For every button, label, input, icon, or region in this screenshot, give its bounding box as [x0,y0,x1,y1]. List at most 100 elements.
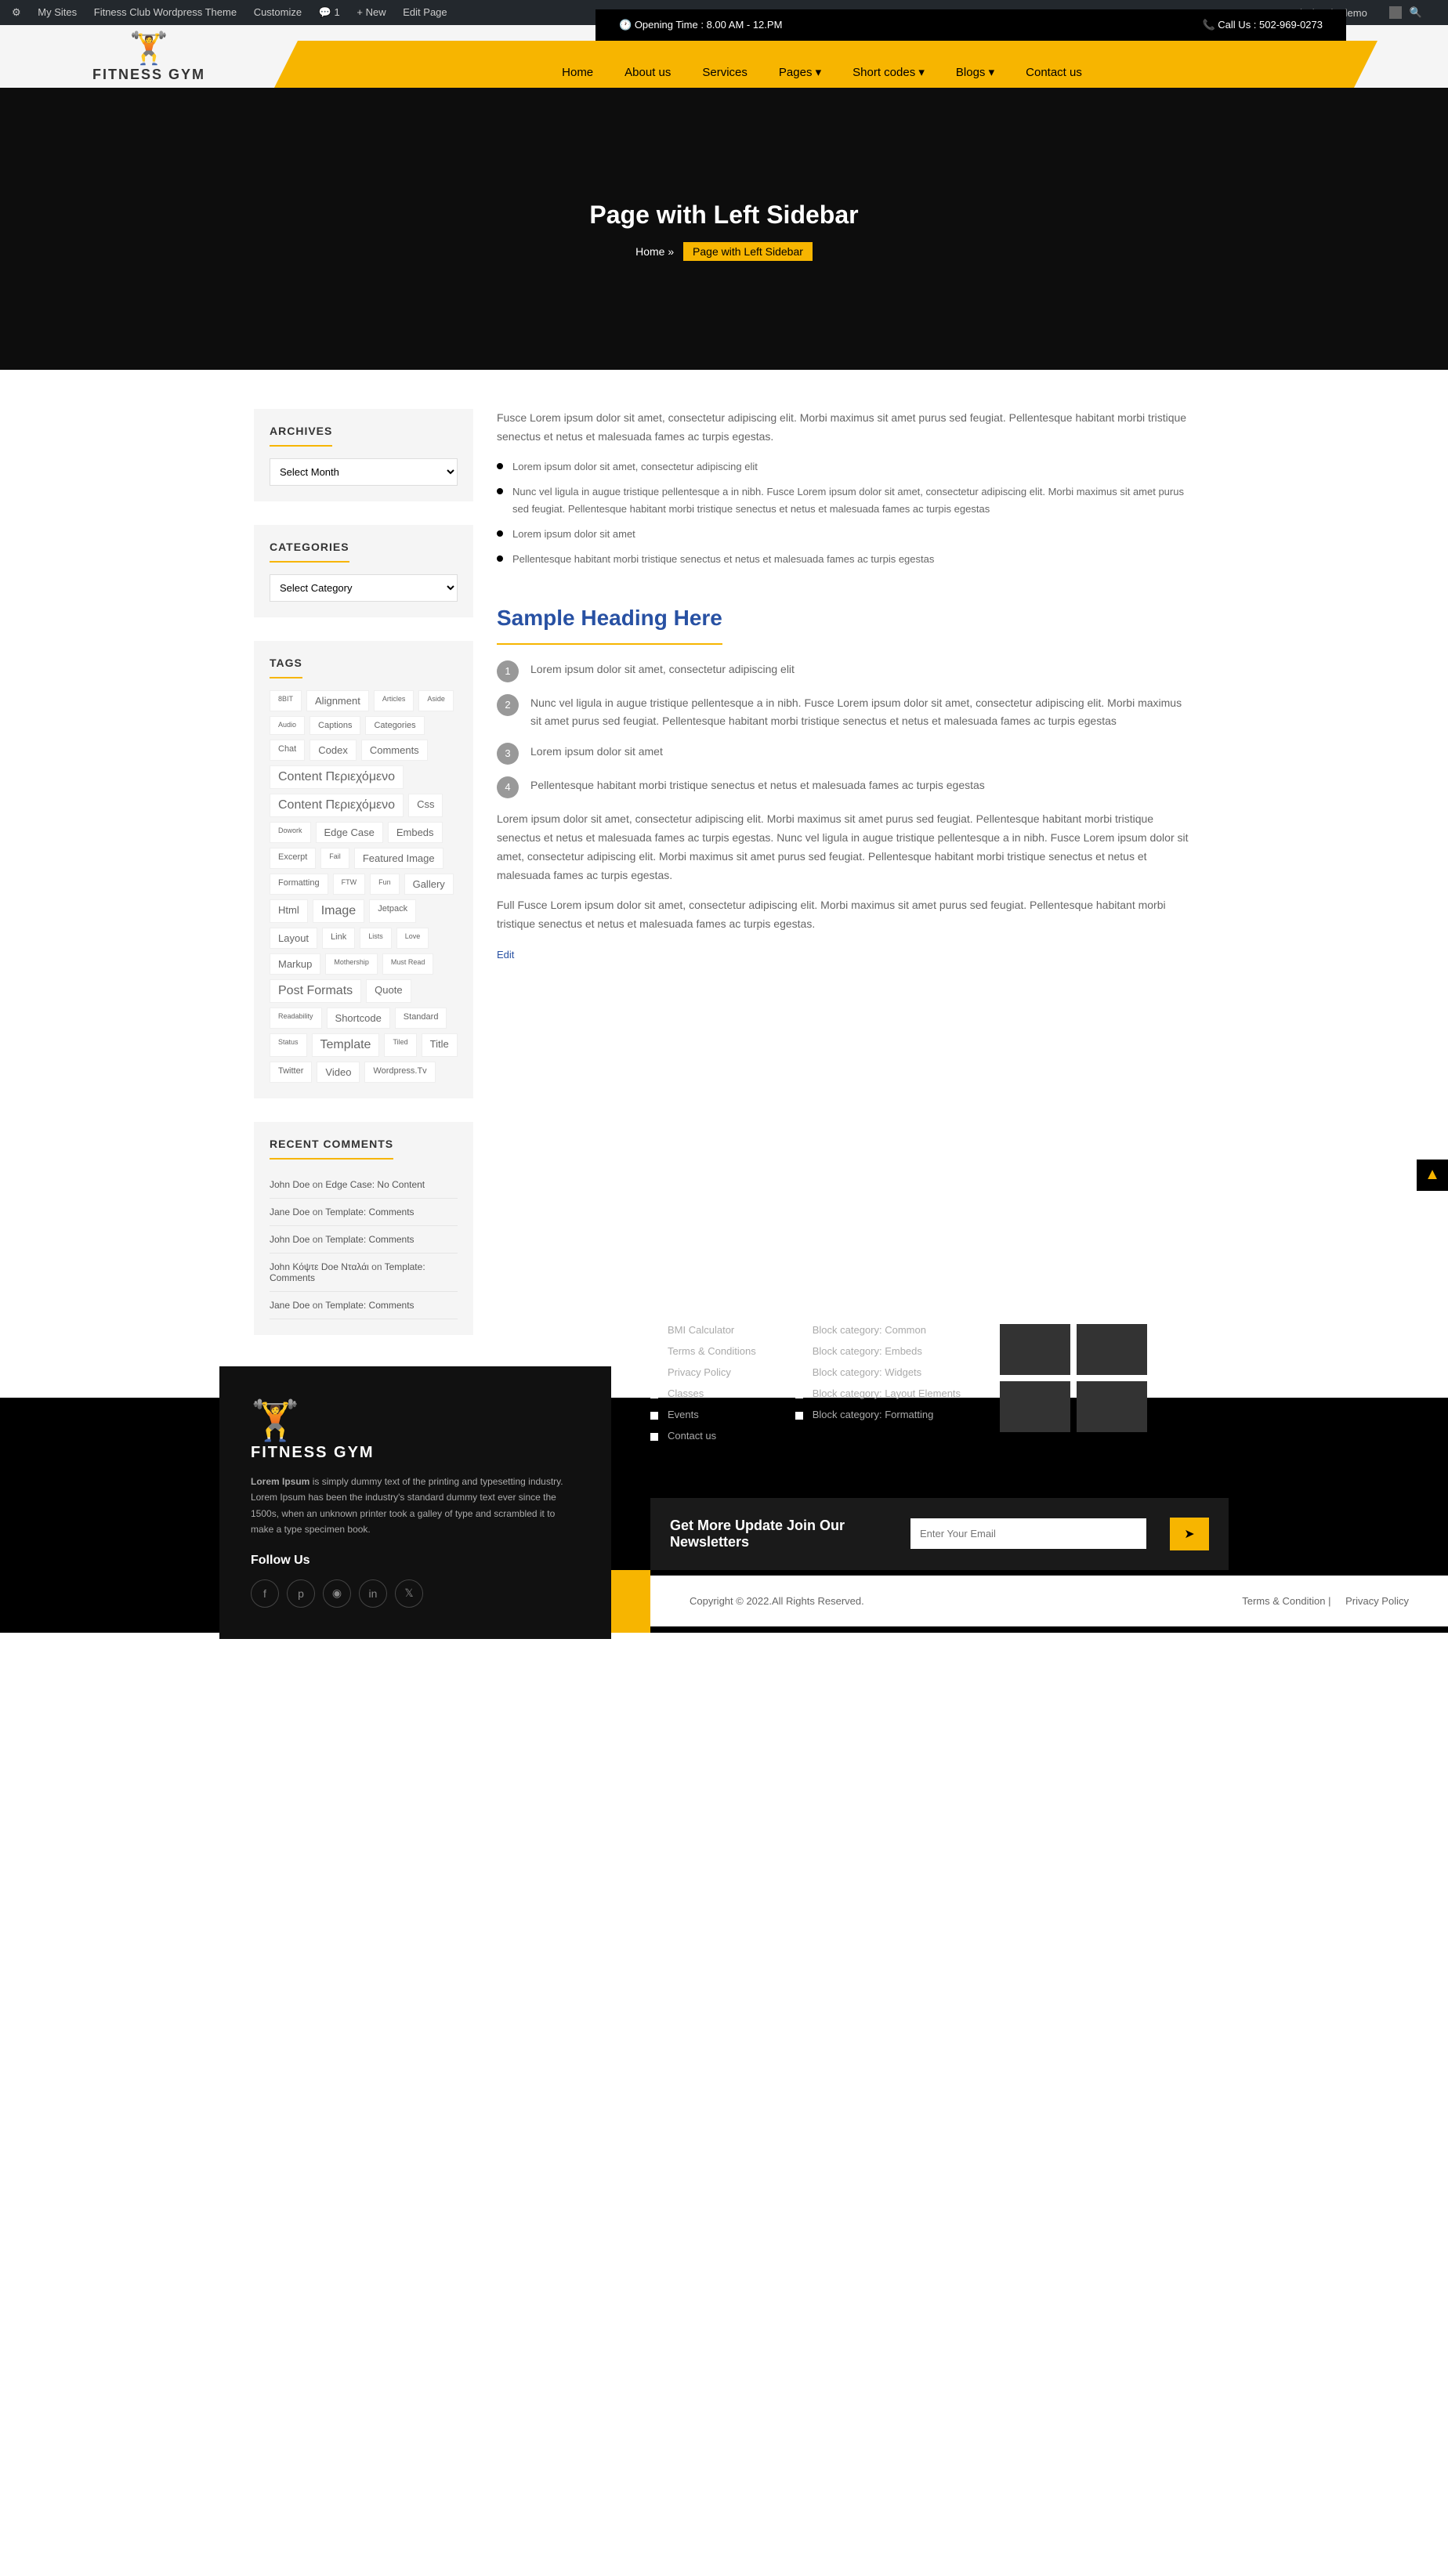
tag-link[interactable]: Comments [361,740,428,761]
nav-blogs[interactable]: Blogs ▾ [956,65,994,79]
tag-link[interactable]: Audio [270,716,305,735]
email-input[interactable] [910,1518,1146,1549]
edit-link[interactable]: Edit [497,949,514,961]
breadcrumb-home[interactable]: Home [635,245,664,258]
site-name[interactable]: Fitness Club Wordpress Theme [94,6,237,18]
customize-link[interactable]: Customize [254,6,302,18]
gallery-thumb[interactable] [1077,1381,1147,1432]
numbered-list: 1Lorem ipsum dolor sit amet, consectetur… [497,660,1194,799]
tag-link[interactable]: Video [317,1062,360,1083]
comment-post[interactable]: Template: Comments [325,1234,414,1245]
tag-link[interactable]: Link [322,928,355,949]
top-strip: 🕐 Opening Time : 8.00 AM - 12.PM 📞 Call … [595,9,1346,41]
submit-button[interactable]: ➤ [1170,1518,1209,1550]
logo[interactable]: 🏋 FITNESS GYM [0,22,298,91]
tag-link[interactable]: Mothership [325,953,378,975]
tag-link[interactable]: Markup [270,953,320,975]
categories-select[interactable]: Select Category [270,574,458,602]
tag-link[interactable]: FTW [333,874,366,895]
nav-about[interactable]: About us [624,66,671,79]
tag-link[interactable]: Must Read [382,953,434,975]
pinterest-icon[interactable]: p [287,1579,315,1608]
tag-link[interactable]: Standard [395,1008,447,1029]
nav-shortcodes[interactable]: Short codes ▾ [853,65,925,79]
my-sites[interactable]: My Sites [38,6,77,18]
nav-pages[interactable]: Pages ▾ [779,65,821,79]
quick-link-item[interactable]: Terms & Conditions [650,1345,756,1357]
gallery-thumb[interactable] [1000,1381,1070,1432]
tag-link[interactable]: Featured Image [354,848,443,869]
list-item: 2Nunc vel ligula in augue tristique pell… [497,694,1194,732]
tag-link[interactable]: Alignment [306,690,369,711]
archives-select[interactable]: Select Month [270,458,458,486]
quick-link-item[interactable]: Events [650,1409,756,1420]
nav-services[interactable]: Services [702,66,748,79]
tag-link[interactable]: Wordpress.Tv [364,1062,435,1083]
comment-post[interactable]: Template: Comments [325,1207,414,1217]
quick-link-item[interactable]: Contact us [650,1430,756,1442]
tag-link[interactable]: 8BIT [270,690,302,711]
wp-logo[interactable]: ⚙ [12,6,21,18]
tag-link[interactable]: Gallery [404,874,454,895]
recent-post-item[interactable]: Block category: Layout Elements [795,1387,961,1399]
tag-link[interactable]: Quote [366,979,411,1003]
recent-post-item[interactable]: Block category: Embeds [795,1345,961,1357]
tag-link[interactable]: Aside [418,690,454,711]
footer-logo-icon: 🏋 [251,1398,580,1444]
tag-link[interactable]: Title [422,1033,458,1057]
comment-post[interactable]: Edge Case: No Content [325,1179,425,1190]
tag-link[interactable]: Excerpt [270,848,316,869]
gallery-thumb[interactable] [1000,1324,1070,1375]
tag-link[interactable]: Content Περιεχόμενο [270,765,404,789]
comment-author[interactable]: Jane Doe [270,1207,310,1217]
terms-link[interactable]: Terms & Condition [1242,1595,1325,1607]
tag-link[interactable]: Fail [320,848,349,869]
quick-link-item[interactable]: BMI Calculator [650,1324,756,1336]
recent-post-item[interactable]: Block category: Formatting [795,1409,961,1420]
tag-link[interactable]: Formatting [270,874,328,895]
tag-link[interactable]: Readability [270,1008,322,1029]
breadcrumb: Home » Page with Left Sidebar [635,245,813,258]
recent-post-item[interactable]: Block category: Common [795,1324,961,1336]
tag-link[interactable]: Jetpack [369,899,416,923]
quick-links-title: Quick Links [650,1294,756,1308]
instagram-icon[interactable]: ◉ [323,1579,351,1608]
tag-link[interactable]: Html [270,899,308,923]
tag-link[interactable]: Edge Case [316,822,383,843]
tag-link[interactable]: Shortcode [327,1008,390,1029]
scroll-top-button[interactable]: ▲ [1417,1160,1448,1191]
comment-author[interactable]: John Doe [270,1234,310,1245]
facebook-icon[interactable]: f [251,1579,279,1608]
nav-contact[interactable]: Contact us [1026,66,1082,79]
tag-link[interactable]: Love [396,928,429,949]
comment-author[interactable]: John Doe [270,1179,310,1190]
nav-home[interactable]: Home [562,66,593,79]
tag-link[interactable]: Image [313,899,364,923]
tag-link[interactable]: Embeds [388,822,443,843]
tag-link[interactable]: Post Formats [270,979,361,1003]
tag-link[interactable]: Status [270,1033,307,1057]
archives-widget: ARCHIVES Select Month [254,409,473,501]
tag-link[interactable]: Chat [270,740,305,761]
tag-link[interactable]: Dowork [270,822,311,843]
tag-link[interactable]: Css [408,794,443,817]
tag-link[interactable]: Content Περιεχόμενο [270,794,404,817]
tag-link[interactable]: Layout [270,928,317,949]
tag-link[interactable]: Tiled [384,1033,416,1057]
privacy-link[interactable]: Privacy Policy [1345,1595,1409,1607]
quick-link-item[interactable]: Privacy Policy [650,1366,756,1378]
tag-link[interactable]: Codex [310,740,357,761]
tag-link[interactable]: Articles [374,690,414,711]
tag-link[interactable]: Fun [370,874,400,895]
linkedin-icon[interactable]: in [359,1579,387,1608]
tag-link[interactable]: Categories [365,716,424,735]
tag-link[interactable]: Lists [360,928,392,949]
gallery-thumb[interactable] [1077,1324,1147,1375]
recent-post-item[interactable]: Block category: Widgets [795,1366,961,1378]
quick-link-item[interactable]: Classes [650,1387,756,1399]
twitter-icon[interactable]: 𝕏 [395,1579,423,1608]
tag-link[interactable]: Template [312,1033,380,1057]
tag-link[interactable]: Twitter [270,1062,312,1083]
bullet-item: Lorem ipsum dolor sit amet, consectetur … [497,458,1194,476]
tag-link[interactable]: Captions [310,716,360,735]
